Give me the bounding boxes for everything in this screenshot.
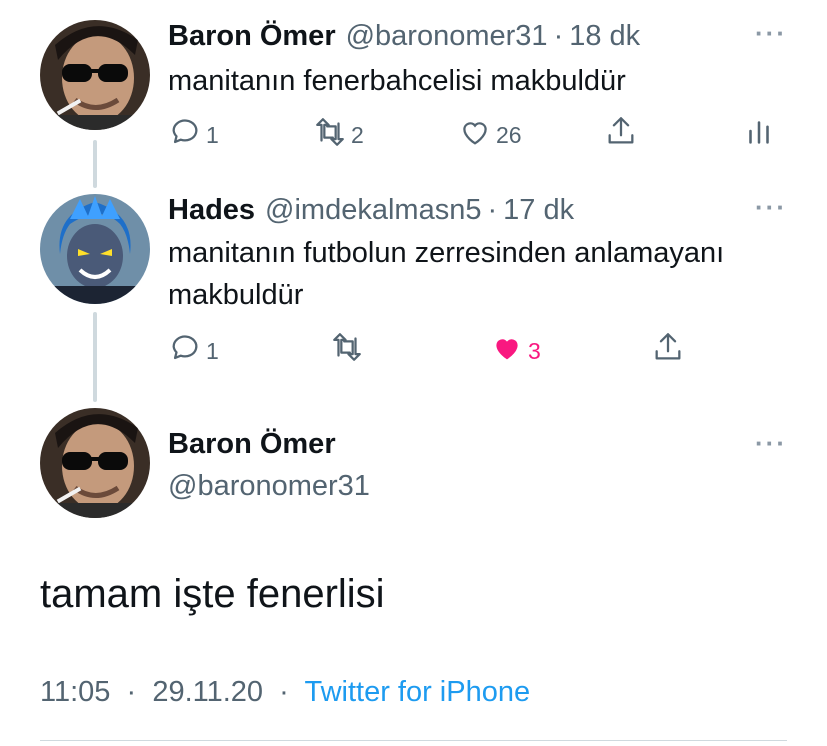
heart-icon [463, 121, 487, 145]
reply-icon [172, 118, 198, 143]
profile-photo-icon [40, 194, 150, 304]
reply-button[interactable]: 1 [168, 114, 219, 149]
tweet-text: tamam işte fenerlisi [40, 572, 385, 616]
retweet-button[interactable]: 2 [313, 114, 364, 149]
author-handle[interactable]: @baronomer31 [346, 20, 548, 53]
source-link[interactable]: Twitter for iPhone [304, 676, 530, 708]
like-count: 26 [496, 122, 522, 148]
retweet-count: 2 [351, 122, 364, 148]
avatar[interactable] [40, 20, 150, 130]
share-icon [655, 333, 681, 360]
tweet-text: manitanın fenerbahcelisi makbuldür [168, 65, 626, 97]
separator-dot: · [271, 676, 297, 708]
profile-photo-icon [40, 408, 150, 518]
tweet-time: 11:05 [40, 676, 111, 708]
retweet-icon [316, 117, 344, 146]
like-button[interactable]: 3 [490, 330, 541, 365]
avatar[interactable] [40, 408, 150, 518]
tweet-text-line: makbuldür [168, 279, 304, 311]
more-options-icon[interactable]: ··· [755, 192, 787, 223]
retweet-button[interactable] [330, 330, 364, 364]
profile-photo-icon [40, 20, 150, 130]
separator-dot: · [487, 194, 498, 226]
separator-dot: · [118, 676, 145, 708]
author-handle[interactable]: @baronomer31 [168, 470, 370, 503]
more-options-icon[interactable]: ··· [755, 18, 787, 49]
retweet-icon [333, 333, 361, 361]
share-button[interactable] [604, 114, 638, 148]
heart-filled-icon [496, 338, 518, 359]
more-options-icon[interactable]: ··· [755, 428, 787, 459]
share-button[interactable] [651, 330, 685, 364]
analytics-button[interactable] [742, 114, 776, 148]
divider [40, 740, 787, 741]
author-name[interactable]: Hades [168, 194, 255, 227]
like-button[interactable]: 26 [458, 114, 522, 149]
author-name[interactable]: Baron Ömer [168, 20, 336, 53]
tweet-time[interactable]: 18 dk [569, 20, 640, 53]
tweet-time[interactable]: 17 dk [503, 194, 574, 227]
thread-connector-line [93, 312, 97, 402]
analytics-icon [749, 121, 769, 144]
reply-count: 1 [206, 338, 219, 364]
tweet-text-line: manitanın futbolun zerresinden anlamayan… [168, 237, 725, 269]
like-count: 3 [528, 338, 541, 364]
reply-count: 1 [206, 122, 219, 148]
tweet-date: 29.11.20 [152, 676, 264, 708]
separator-dot: · [553, 20, 564, 52]
author-handle[interactable]: @imdekalmasn5 [265, 194, 481, 227]
tweet-1[interactable]: Baron Ömer @baronomer31 · 18 dk ··· mani… [0, 0, 827, 170]
share-icon [608, 117, 634, 144]
reply-button[interactable]: 1 [168, 330, 219, 365]
avatar[interactable] [40, 194, 150, 304]
tweet-meta: 11:05 · 29.11.20 · Twitter for iPhone [40, 676, 530, 709]
tweet-text: manitanın futbolun zerresinden anlamayan… [168, 232, 798, 316]
reply-icon [172, 334, 198, 359]
author-name[interactable]: Baron Ömer [168, 428, 336, 461]
